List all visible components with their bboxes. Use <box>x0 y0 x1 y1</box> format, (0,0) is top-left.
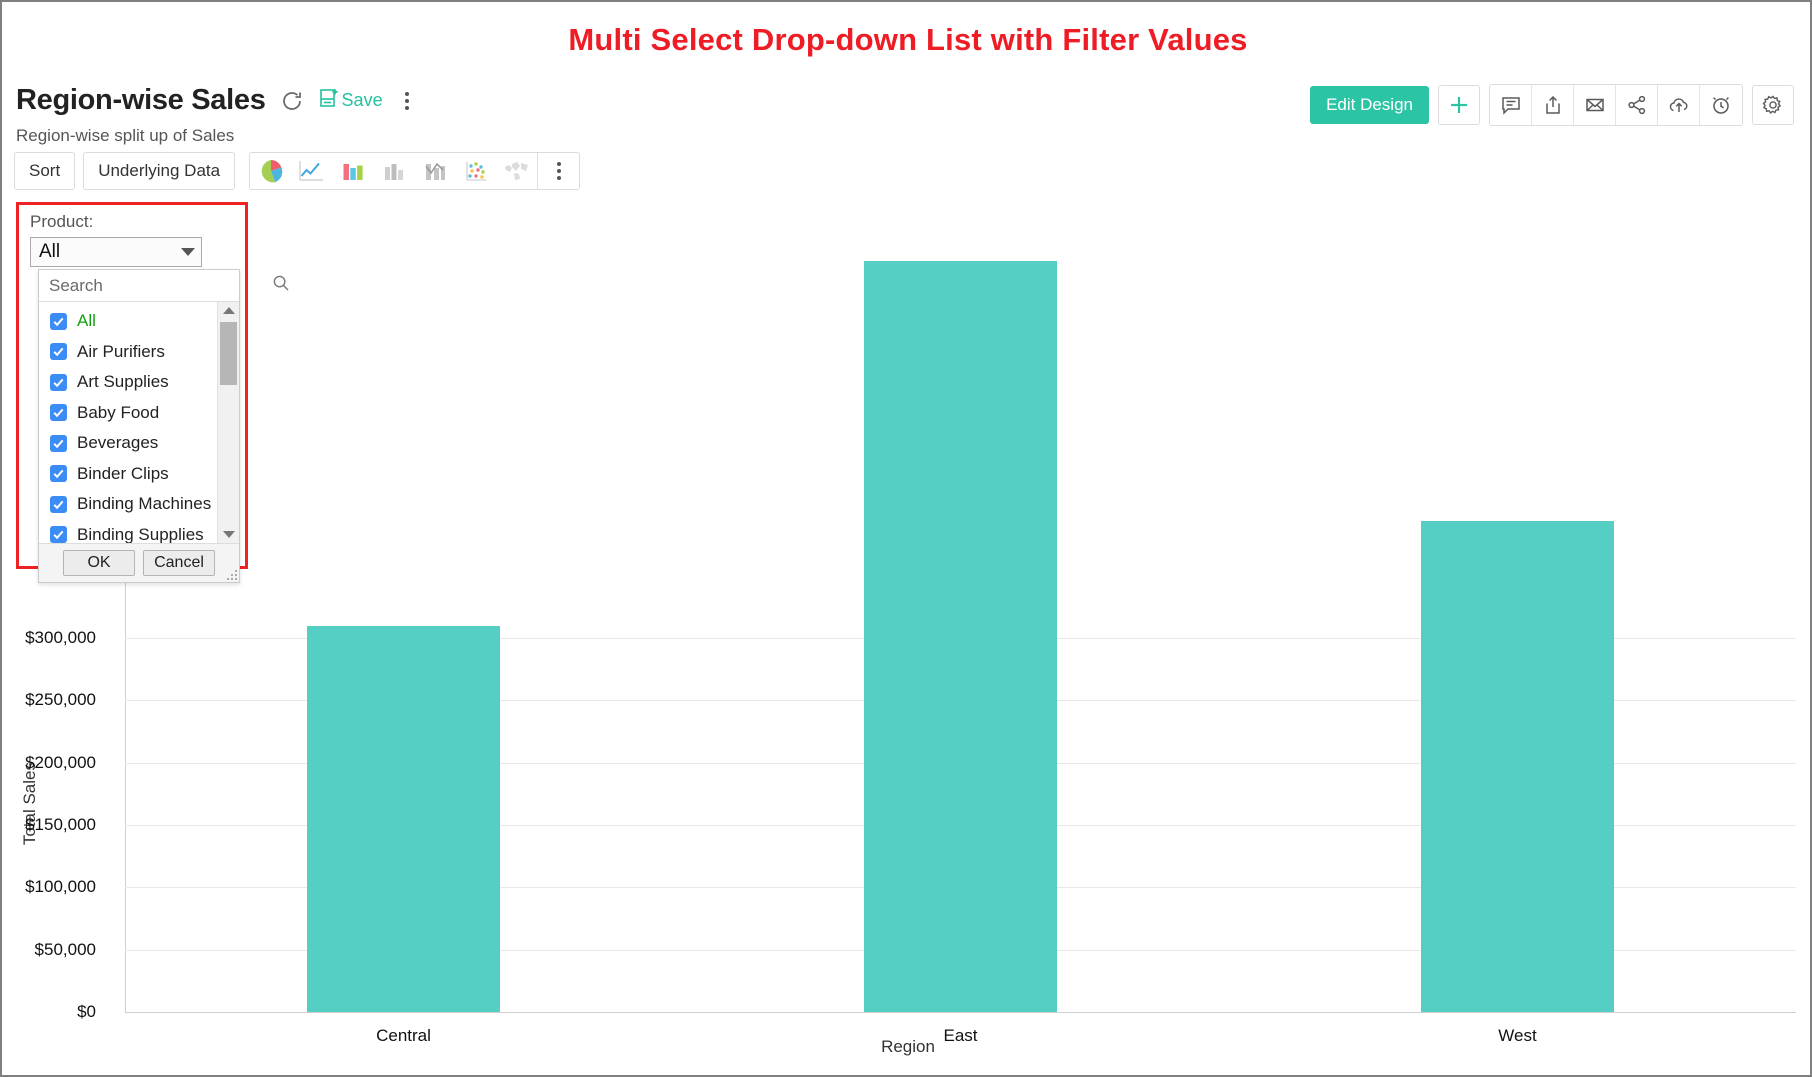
scroll-down-icon[interactable] <box>218 526 239 543</box>
checkbox-checked-icon[interactable] <box>50 343 67 361</box>
add-button[interactable] <box>1438 85 1480 125</box>
pie-chart-icon[interactable] <box>250 153 291 189</box>
stacked-bar-chart-icon[interactable] <box>373 153 414 189</box>
kebab-dot <box>556 169 561 173</box>
dropdown-option[interactable]: Binding Machines <box>39 489 217 520</box>
schedule-button[interactable] <box>1700 85 1742 125</box>
chart-canvas: Total Sales $0 $50,000 $100,000 $150,000 $20… <box>2 202 1810 1075</box>
save-button[interactable]: Save <box>318 86 383 115</box>
map-chart-icon[interactable] <box>496 153 537 189</box>
dropdown-option[interactable]: Beverages <box>39 428 217 459</box>
y-axis-tick-label: $300,000 <box>25 628 96 648</box>
share-button[interactable] <box>1616 85 1658 125</box>
publish-button[interactable] <box>1658 85 1700 125</box>
chart-type-group <box>249 152 581 190</box>
dropdown-option-label: Baby Food <box>77 402 160 422</box>
dropdown-option-label: Art Supplies <box>77 372 169 392</box>
gridline <box>125 1012 1796 1013</box>
chart-bar[interactable] <box>1421 521 1614 1012</box>
dropdown-option-list: All Air Purifiers Art Supplies Baby Food Bev… <box>39 302 217 543</box>
dropdown-scrollbar[interactable] <box>217 302 239 543</box>
product-filter-dropdown: All Air Purifiers Art Supplies Baby Food Bev… <box>38 269 289 583</box>
dropdown-option-label: Binder Clips <box>77 463 169 483</box>
dropdown-list-wrapper: All Air Purifiers Art Supplies Baby Food Bev… <box>39 302 239 543</box>
dropdown-option-label: All <box>77 311 96 331</box>
dropdown-footer: OK Cancel <box>39 543 239 582</box>
dropdown-option-label: Beverages <box>77 433 159 453</box>
plot-area: $0 $50,000 $100,000 $150,000 $200,000 $250,00… <box>25 202 1796 1045</box>
top-right-toolbar: Edit Design <box>1310 84 1794 126</box>
ok-button[interactable]: OK <box>63 550 135 576</box>
kebab-dot <box>556 162 561 166</box>
edit-design-button[interactable]: Edit Design <box>1310 86 1429 124</box>
comment-button[interactable] <box>1490 85 1532 125</box>
kebab-dot <box>556 176 561 180</box>
resize-handle[interactable] <box>225 568 237 580</box>
search-input[interactable] <box>47 274 272 297</box>
report-more-menu[interactable] <box>397 88 417 114</box>
checkbox-checked-icon[interactable] <box>50 434 67 452</box>
y-axis-tick-label: $100,000 <box>25 877 96 897</box>
email-button[interactable] <box>1574 85 1616 125</box>
chevron-down-icon <box>175 248 201 256</box>
chart-toolbar: Sort Underlying Data <box>14 152 581 190</box>
action-button-group <box>1489 84 1743 126</box>
checkbox-checked-icon[interactable] <box>50 526 67 543</box>
chart-more-menu[interactable] <box>538 153 579 189</box>
dropdown-option[interactable]: Binder Clips <box>39 459 217 490</box>
scatter-plot-icon[interactable] <box>455 153 496 189</box>
refresh-icon[interactable] <box>280 89 304 113</box>
product-filter-value: All <box>39 241 61 262</box>
bar-chart-icon[interactable] <box>332 153 373 189</box>
kebab-dot <box>404 98 409 103</box>
chart-bar[interactable] <box>307 625 500 1012</box>
dropdown-option[interactable]: Air Purifiers <box>39 337 217 368</box>
product-filter-select[interactable]: All <box>30 237 202 267</box>
y-axis-tick-label: $200,000 <box>25 752 96 772</box>
dropdown-option[interactable]: Baby Food <box>39 398 217 429</box>
scrollbar-thumb[interactable] <box>220 322 237 385</box>
line-chart-icon[interactable] <box>291 153 332 189</box>
checkbox-checked-icon[interactable] <box>50 373 67 391</box>
dropdown-option[interactable]: Binding Supplies <box>39 520 217 543</box>
dropdown-option[interactable]: All <box>39 306 217 337</box>
y-axis-tick-label: $50,000 <box>34 939 96 959</box>
page-title: Multi Select Drop-down List with Filter … <box>568 22 1248 57</box>
report-page: Multi Select Drop-down List with Filter … <box>0 0 1812 1077</box>
filter-label: Product: <box>30 212 94 231</box>
checkbox-checked-icon[interactable] <box>50 312 67 330</box>
dropdown-search-row <box>39 270 289 302</box>
y-axis-tick-label: $0 <box>77 1002 96 1021</box>
cancel-button[interactable]: Cancel <box>143 550 215 576</box>
dropdown-option-label: Air Purifiers <box>77 341 165 361</box>
filter-highlight-outline: Product: All All Air Purifiers Art Supplie… <box>16 202 289 583</box>
kebab-dot <box>404 105 409 110</box>
dropdown-option-label: Binding Supplies <box>77 524 204 543</box>
save-label: Save <box>341 90 383 110</box>
settings-button[interactable] <box>1752 85 1794 125</box>
checkbox-checked-icon[interactable] <box>50 495 67 513</box>
x-axis-title: Region <box>881 1037 935 1056</box>
checkbox-checked-icon[interactable] <box>50 465 67 483</box>
search-icon[interactable] <box>272 274 290 297</box>
report-header: Region-wise Sales Save <box>16 84 417 117</box>
chart-bar[interactable] <box>864 260 1057 1012</box>
export-button[interactable] <box>1532 85 1574 125</box>
y-axis-tick-label: $150,000 <box>25 815 96 835</box>
report-subtitle: Region-wise split up of Sales <box>16 126 235 145</box>
checkbox-checked-icon[interactable] <box>50 404 67 422</box>
y-axis-tick-label: $250,000 <box>25 690 96 710</box>
report-name: Region-wise Sales <box>16 84 266 116</box>
dropdown-option[interactable]: Art Supplies <box>39 367 217 398</box>
sort-button[interactable]: Sort <box>14 152 76 190</box>
underlying-data-button[interactable]: Underlying Data <box>83 152 236 190</box>
scroll-up-icon[interactable] <box>218 302 239 319</box>
dropdown-option-label: Binding Machines <box>77 494 212 514</box>
save-icon <box>318 86 340 115</box>
combo-chart-icon[interactable] <box>414 153 455 189</box>
kebab-dot <box>404 91 409 96</box>
